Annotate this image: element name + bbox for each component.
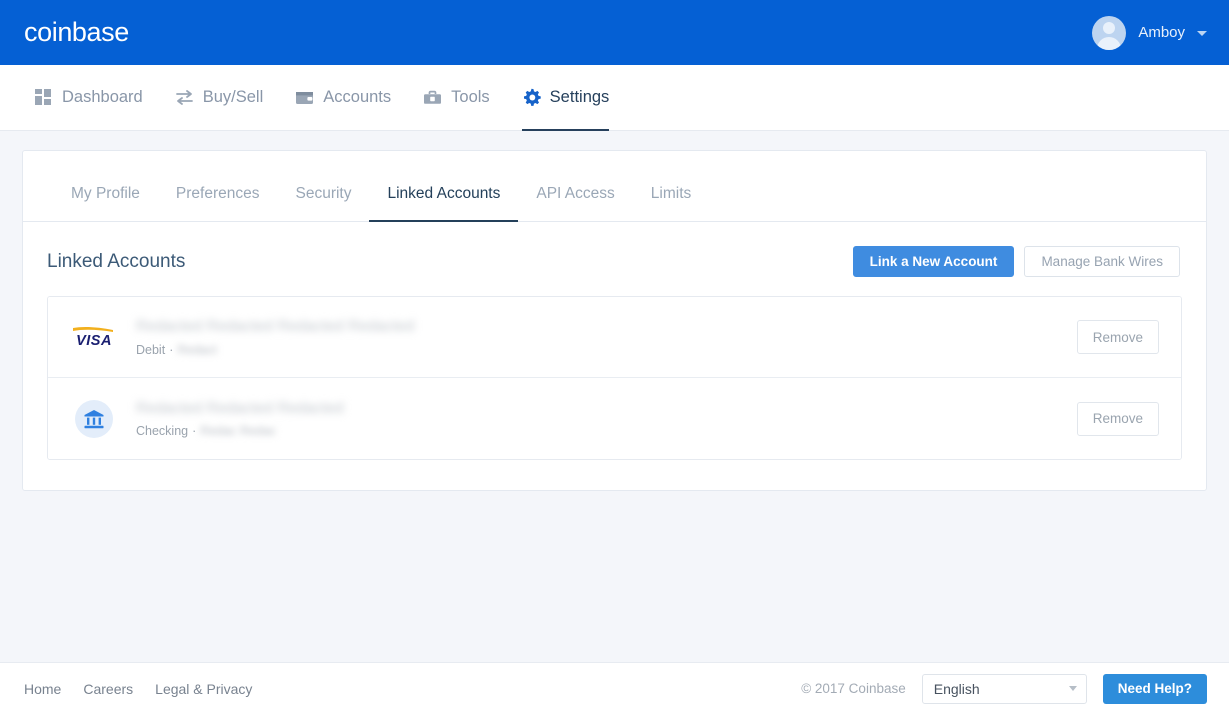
settings-panel: My Profile Preferences Security Linked A…	[22, 150, 1207, 491]
account-subtitle: Debit · Redact	[136, 343, 1077, 357]
toolbox-icon	[423, 88, 442, 107]
bank-icon-circle	[75, 400, 113, 438]
page-footer: Home Careers Legal & Privacy © 2017 Coin…	[0, 662, 1229, 714]
svg-text:VISA: VISA	[76, 333, 112, 349]
nav-item-buy-sell[interactable]: Buy/Sell	[159, 65, 280, 131]
user-avatar-icon	[1092, 16, 1126, 50]
footer-links: Home Careers Legal & Privacy	[24, 681, 252, 697]
footer-link-legal-privacy[interactable]: Legal & Privacy	[155, 681, 252, 697]
user-name-label: Amboy	[1138, 24, 1185, 41]
need-help-button[interactable]: Need Help?	[1103, 674, 1207, 704]
panel-header-row: Linked Accounts Link a New Account Manag…	[47, 246, 1182, 277]
nav-item-tools[interactable]: Tools	[407, 65, 506, 131]
tab-limits[interactable]: Limits	[633, 186, 709, 222]
nav-label-dashboard: Dashboard	[62, 88, 143, 107]
table-row[interactable]: Redacted Redacted Redacted Checking · Re…	[48, 378, 1181, 459]
account-separator: ·	[169, 343, 173, 357]
table-row[interactable]: VISA Redacted Redacted Redacted Redacted…	[48, 297, 1181, 378]
account-separator: ·	[192, 424, 196, 438]
copyright-label: © 2017 Coinbase	[801, 681, 906, 696]
nav-label-buy-sell: Buy/Sell	[203, 88, 264, 107]
account-name-redacted: Redacted Redacted Redacted	[136, 399, 1077, 418]
account-detail-redacted: Redact	[177, 343, 217, 357]
bank-building-icon	[66, 400, 122, 438]
account-type-label: Checking	[136, 424, 188, 438]
remove-account-button[interactable]: Remove	[1077, 320, 1159, 354]
account-subtitle: Checking · Redac Redac	[136, 424, 1077, 438]
panel-actions: Link a New Account Manage Bank Wires	[853, 246, 1180, 277]
grid-icon	[34, 88, 53, 107]
tab-api-access[interactable]: API Access	[518, 186, 632, 222]
linked-accounts-list: VISA Redacted Redacted Redacted Redacted…	[47, 296, 1182, 460]
gear-icon	[522, 88, 541, 107]
language-select-value: English	[934, 681, 980, 697]
exchange-arrows-icon	[175, 88, 194, 107]
wallet-icon	[295, 88, 314, 107]
visa-logo-icon: VISA	[66, 322, 122, 352]
avatar-body-shape	[1097, 37, 1121, 50]
remove-account-button[interactable]: Remove	[1077, 402, 1159, 436]
tab-linked-accounts[interactable]: Linked Accounts	[369, 186, 518, 222]
top-header-bar: coinbase Amboy	[0, 0, 1229, 65]
nav-label-settings: Settings	[550, 88, 610, 107]
tab-preferences[interactable]: Preferences	[158, 186, 278, 222]
nav-label-tools: Tools	[451, 88, 490, 107]
tab-my-profile[interactable]: My Profile	[53, 186, 158, 222]
nav-item-accounts[interactable]: Accounts	[279, 65, 407, 131]
panel-body: Linked Accounts Link a New Account Manag…	[23, 222, 1206, 490]
chevron-down-icon	[1069, 686, 1077, 691]
coinbase-logo[interactable]: coinbase	[24, 19, 129, 46]
account-detail-redacted: Redac Redac	[200, 424, 276, 438]
nav-label-accounts: Accounts	[323, 88, 391, 107]
nav-item-dashboard[interactable]: Dashboard	[18, 65, 159, 131]
link-new-account-button[interactable]: Link a New Account	[853, 246, 1015, 277]
nav-item-settings[interactable]: Settings	[506, 65, 626, 131]
account-info: Redacted Redacted Redacted Redacted Debi…	[122, 317, 1077, 356]
tab-security[interactable]: Security	[277, 186, 369, 222]
main-navigation: Dashboard Buy/Sell Accounts	[0, 65, 1229, 131]
chevron-down-icon	[1197, 31, 1207, 36]
page-title: Linked Accounts	[47, 251, 185, 273]
user-menu[interactable]: Amboy	[1092, 16, 1207, 50]
manage-bank-wires-button[interactable]: Manage Bank Wires	[1024, 246, 1180, 277]
settings-tabs: My Profile Preferences Security Linked A…	[23, 151, 1206, 222]
account-info: Redacted Redacted Redacted Checking · Re…	[122, 399, 1077, 438]
account-name-redacted: Redacted Redacted Redacted Redacted	[136, 317, 1077, 336]
footer-right-group: © 2017 Coinbase English Need Help?	[801, 674, 1207, 704]
account-type-label: Debit	[136, 343, 165, 357]
language-select[interactable]: English	[922, 674, 1087, 704]
footer-link-home[interactable]: Home	[24, 681, 61, 697]
footer-link-careers[interactable]: Careers	[83, 681, 133, 697]
page-root: coinbase Amboy Dashboard	[0, 0, 1229, 714]
avatar-head-shape	[1103, 22, 1115, 34]
